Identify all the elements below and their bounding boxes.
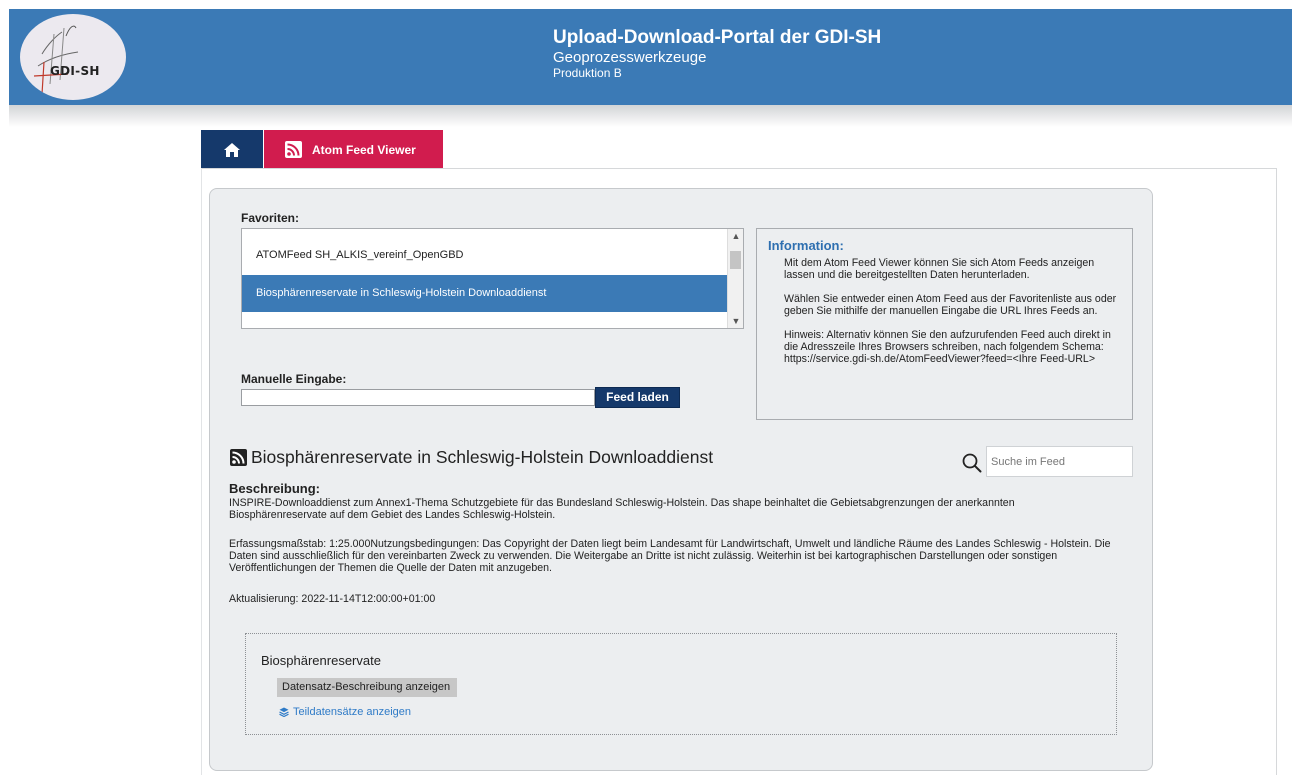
information-box: Information: Mit dem Atom Feed Viewer kö… [756,228,1133,420]
manual-input-label: Manuelle Eingabe: [241,372,347,386]
show-subsets-link[interactable]: Teildatensätze anzeigen [279,706,411,718]
feed-url-input[interactable] [241,389,595,406]
information-hint: Hinweis: Alternativ können Sie den aufzu… [784,329,1111,365]
feed-search-input[interactable] [986,446,1133,477]
home-icon [224,142,240,157]
header-titles: Upload-Download-Portal der GDI-SH Geopro… [553,27,881,81]
information-text: Mit dem Atom Feed Viewer können Sie sich… [784,257,1120,377]
header-shadow [9,105,1292,127]
scroll-up-icon[interactable]: ▲ [728,229,743,243]
content-frame-left [201,168,202,775]
information-paragraph: Mit dem Atom Feed Viewer können Sie sich… [784,257,1095,281]
tab-home[interactable] [201,130,263,169]
feed-updated: Aktualisierung: 2022-11-14T12:00:00+01:0… [229,593,436,605]
feed-conditions: Erfassungsmaßstab: 1:25.000Nutzungsbedin… [229,538,1111,574]
page-title: Upload-Download-Portal der GDI-SH [553,27,882,48]
rss-icon [230,449,247,466]
favorites-label: Favoriten: [241,211,300,225]
feed-description: INSPIRE-Downloaddienst zum Annex1-Thema … [229,497,1015,521]
list-item-selected[interactable]: Biosphärenreservate in Schleswig-Holstei… [242,275,728,312]
rss-icon [285,141,302,158]
feed-title-text: Biosphärenreservate in Schleswig-Holstei… [251,447,714,467]
environment-label: Produktion B [553,66,622,80]
page-subtitle: Geoprozesswerkzeuge [553,49,707,66]
show-dataset-description-button[interactable]: Datensatz-Beschreibung anzeigen [277,678,457,697]
dataset-title: Biosphärenreservate [261,653,381,668]
description-label: Beschreibung: [229,481,321,496]
search-icon[interactable] [962,453,982,473]
show-subsets-label: Teildatensätze anzeigen [293,706,412,718]
tab-atom-feed-viewer[interactable]: Atom Feed Viewer [264,130,443,169]
list-item[interactable]: EG-Vogelschutzgebiete in Schleswig-Holst… [242,315,728,328]
feed-title: Biosphärenreservate in Schleswig-Holstei… [230,447,713,468]
gdi-sh-logo[interactable]: GDI-SH [20,14,126,100]
load-feed-button[interactable]: Feed laden [595,387,680,408]
scroll-thumb[interactable] [730,251,741,269]
content-frame-right [1276,168,1277,775]
layers-icon [279,707,289,717]
information-paragraph: Wählen Sie entweder einen Atom Feed aus … [784,293,1117,317]
favorites-scrollbar[interactable]: ▲ ▼ [727,229,743,328]
logo-text: GDI-SH [50,64,100,78]
list-item[interactable]: ATOMFeed SH_ALKIS_vereinf_OpenGBD [242,237,728,274]
scroll-down-icon[interactable]: ▼ [728,314,743,328]
logo-graphic [33,25,79,95]
information-title: Information: [768,238,844,253]
tab-divider [201,168,1277,169]
tab-atom-label: Atom Feed Viewer [312,142,416,157]
favorites-list[interactable]: ATOMFeed SH_ALKIS_vereinf_OpenGBD Biosph… [241,228,744,329]
app-header: GDI-SH Upload-Download-Portal der GDI-SH… [9,9,1292,105]
